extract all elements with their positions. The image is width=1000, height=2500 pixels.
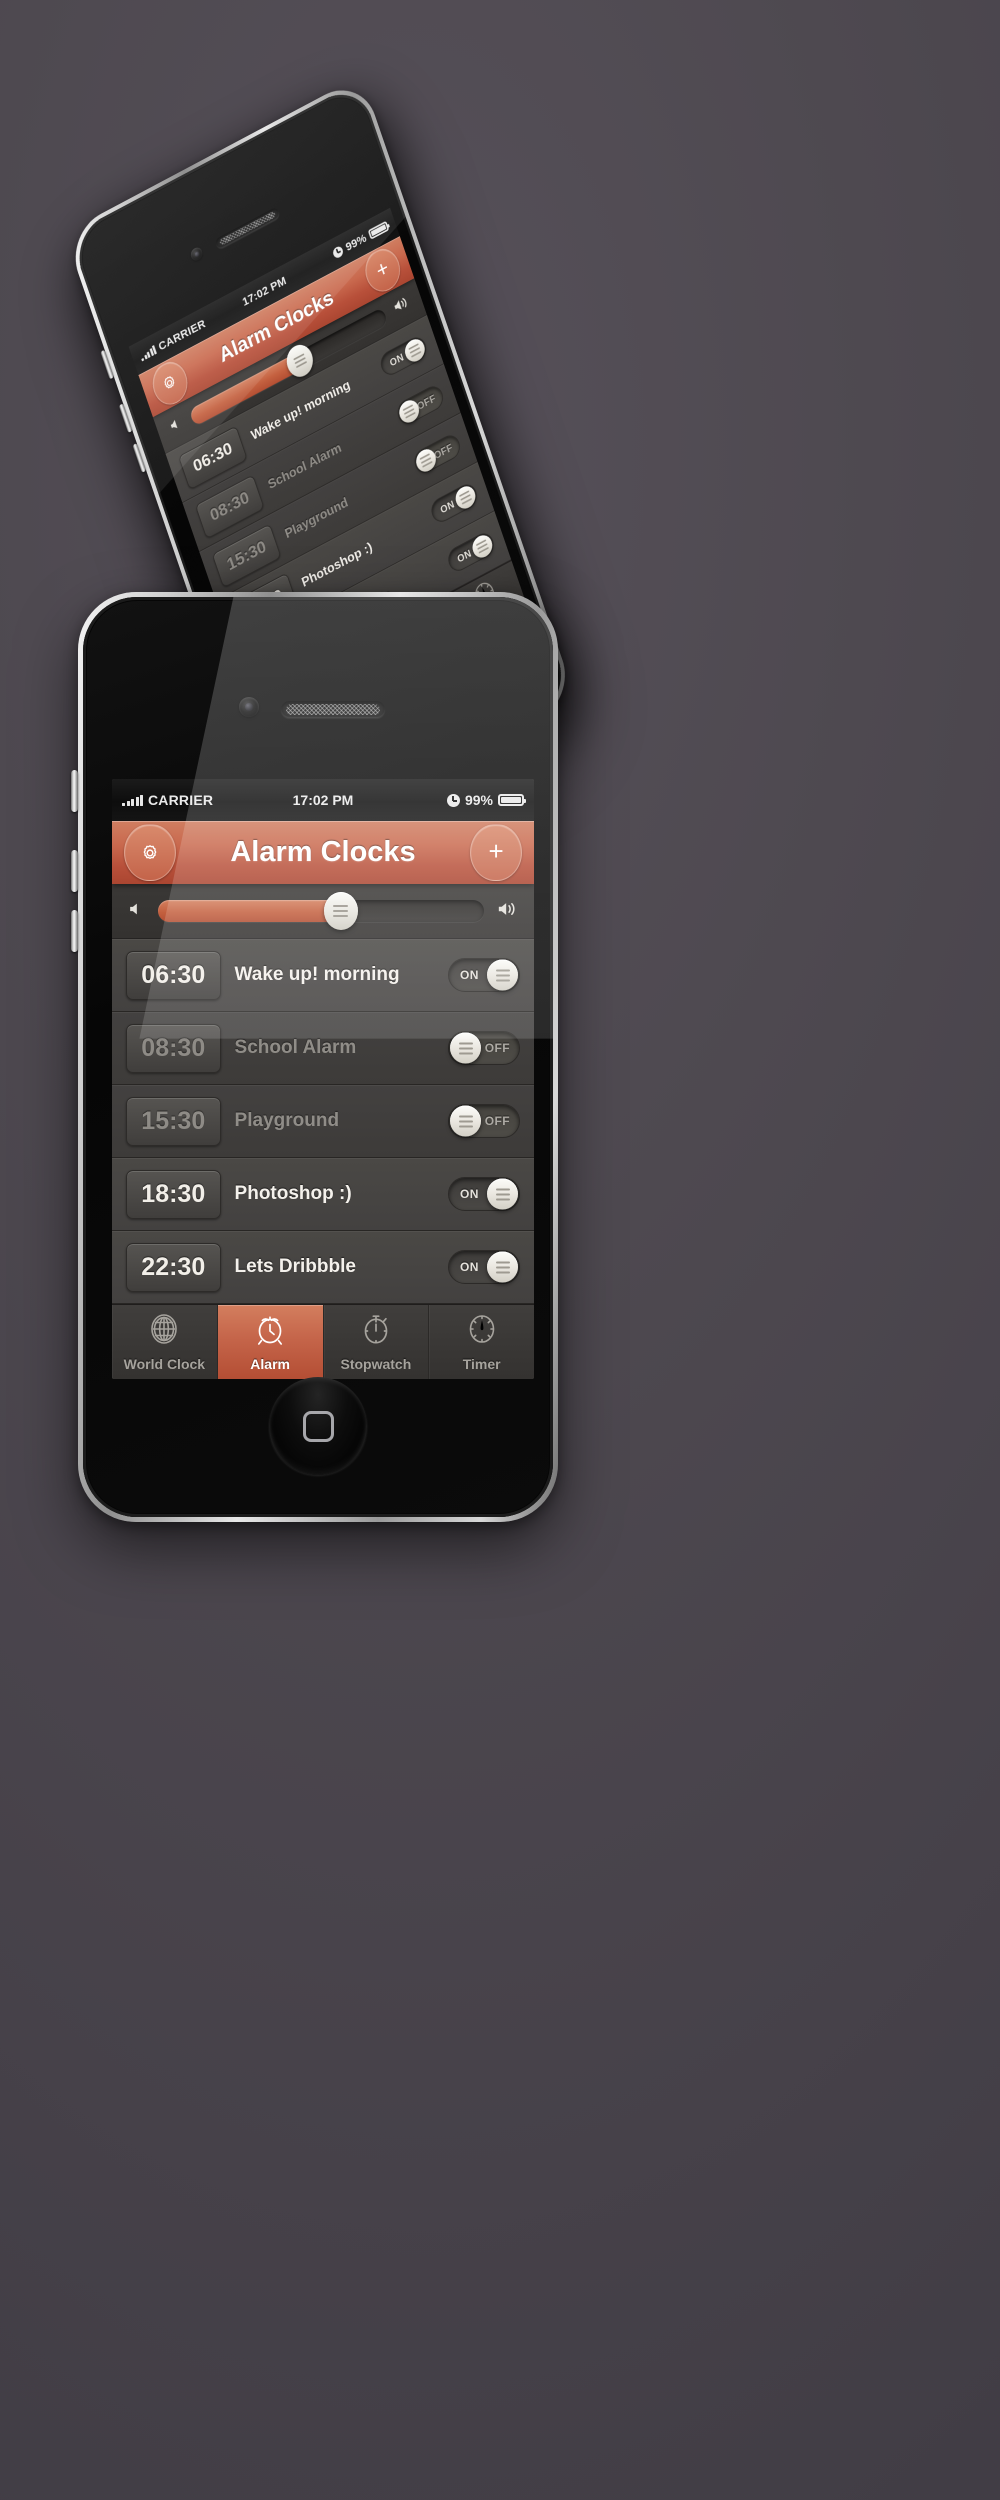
volume-slider[interactable] xyxy=(158,892,484,931)
home-square-icon xyxy=(302,1410,334,1442)
alarm-toggle[interactable]: OFF xyxy=(394,382,447,429)
plus-icon: + xyxy=(372,254,392,284)
navigation-bar: Alarm Clocks + xyxy=(112,821,534,884)
toggle-knob-icon xyxy=(402,335,428,366)
alarm-label: Wake up! morning xyxy=(234,964,400,986)
toggle-state-label: ON xyxy=(455,547,473,565)
volume-down-button[interactable] xyxy=(71,910,78,952)
alarm-list: 06:30 Wake up! morning ON 08:30 School Alarm… xyxy=(112,939,534,1305)
toggle-state-label: OFF xyxy=(484,1114,510,1129)
alarm-row[interactable]: 08:30 School Alarm OFF xyxy=(112,1012,534,1086)
tab-label: Timer xyxy=(462,1356,501,1372)
tab-label: Stopwatch xyxy=(340,1356,412,1372)
stopwatch-icon xyxy=(362,1312,390,1351)
alarm-row[interactable]: 18:30 Photoshop :) ON xyxy=(112,1158,534,1232)
page-title: Alarm Clocks xyxy=(230,836,416,868)
alarm-time: 18:30 xyxy=(126,1169,221,1219)
speaker-high-icon xyxy=(390,291,414,321)
clock-icon xyxy=(446,793,460,807)
speaker-low-icon xyxy=(166,413,187,440)
status-bar: CARRIER 17:02 PM 99% xyxy=(112,779,534,821)
status-time: 17:02 PM xyxy=(292,792,354,808)
toggle-knob-icon xyxy=(450,1032,481,1064)
earpiece-speaker-icon xyxy=(281,701,385,718)
alarm-label: Playground xyxy=(234,1110,340,1132)
app-screen-main: CARRIER 17:02 PM 99% Alarm Clocks +06:30 Wake… xyxy=(112,779,534,1379)
volume-slider-row xyxy=(112,884,534,940)
alarm-row[interactable]: 22:30 Lets Dribbble ON xyxy=(112,1231,534,1305)
alarm-label: School Alarm xyxy=(234,1037,357,1059)
alarm-toggle[interactable]: ON xyxy=(428,480,480,527)
signal-bars-icon xyxy=(139,345,157,362)
tab-timer[interactable]: Timer xyxy=(429,1305,534,1379)
alarm-row[interactable]: 15:30 Playground OFF xyxy=(112,1085,534,1159)
toggle-state-label: ON xyxy=(388,351,406,369)
battery-icon xyxy=(367,221,390,241)
alarm-clock-icon xyxy=(255,1312,285,1351)
toggle-state-label: ON xyxy=(460,1187,479,1202)
settings-button[interactable] xyxy=(124,823,176,882)
alarm-label: Lets Dribbble xyxy=(234,1256,356,1278)
toggle-knob-icon xyxy=(487,1251,518,1283)
toggle-state-label: OFF xyxy=(484,1041,510,1056)
alarm-row[interactable]: 06:30 Wake up! morning ON xyxy=(112,939,534,1013)
tab-stopwatch[interactable]: Stopwatch xyxy=(324,1305,430,1379)
iphone-device-main: CARRIER 17:02 PM 99% Alarm Clocks +06:30 Wake… xyxy=(71,592,558,1522)
toggle-knob-icon xyxy=(469,531,495,562)
alarm-toggle[interactable]: ON xyxy=(448,1250,520,1285)
alarm-time: 22:30 xyxy=(126,1242,221,1292)
speaker-low-icon xyxy=(126,899,146,924)
alarm-toggle[interactable]: ON xyxy=(445,529,497,576)
alarm-toggle[interactable]: OFF xyxy=(448,1104,520,1139)
globe-icon xyxy=(149,1312,179,1351)
tab-label: Alarm xyxy=(250,1356,290,1372)
clock-icon xyxy=(331,244,345,260)
toggle-knob-icon xyxy=(450,1105,481,1137)
tab-alarm[interactable]: Alarm xyxy=(217,1305,324,1379)
add-alarm-button[interactable]: + xyxy=(470,823,522,882)
status-bar-left: CARRIER xyxy=(122,792,213,808)
alarm-label: Photoshop :) xyxy=(234,1183,352,1205)
alarm-time: 06:30 xyxy=(126,950,221,1000)
front-camera-icon xyxy=(239,697,259,717)
alarm-toggle[interactable]: ON xyxy=(448,958,520,993)
tab-label: World Clock xyxy=(123,1356,206,1372)
carrier-label: CARRIER xyxy=(148,792,214,808)
silent-switch[interactable] xyxy=(71,770,78,812)
alarm-toggle[interactable]: OFF xyxy=(448,1031,520,1066)
speaker-high-icon xyxy=(496,898,520,925)
toggle-state-label: ON xyxy=(460,1260,479,1275)
phone-bezel: CARRIER 17:02 PM 99% Alarm Clocks +06:30 Wake… xyxy=(83,597,553,1517)
status-bar-right: 99% xyxy=(446,792,526,808)
timer-gauge-icon xyxy=(468,1312,496,1351)
tab-world-clock[interactable]: World Clock xyxy=(112,1305,218,1379)
alarm-toggle[interactable]: ON xyxy=(448,1177,520,1212)
battery-percent-label: 99% xyxy=(464,792,493,808)
signal-bars-icon xyxy=(122,794,143,806)
tab-bar: World Clock Alarm Stopwatch Timer xyxy=(112,1304,534,1379)
battery-percent-label: 99% xyxy=(344,231,369,254)
plus-icon: + xyxy=(488,836,504,866)
toggle-knob-icon xyxy=(452,482,479,513)
volume-up-button[interactable] xyxy=(71,850,78,892)
volume-slider-fill xyxy=(158,900,341,923)
alarm-toggle[interactable]: OFF xyxy=(411,431,464,478)
home-button[interactable] xyxy=(269,1377,367,1475)
volume-slider-knob[interactable] xyxy=(323,892,358,931)
battery-icon xyxy=(498,794,526,806)
alarm-toggle[interactable]: ON xyxy=(377,333,430,380)
toggle-state-label: ON xyxy=(438,498,456,516)
toggle-knob-icon xyxy=(487,1178,518,1210)
phone-tilted-perspective: CARRIER 17:02 PM 99% Alarm Clocks +06:30 Wake… xyxy=(64,38,580,858)
toggle-knob-icon xyxy=(487,959,518,991)
toggle-state-label: ON xyxy=(460,968,479,983)
alarm-time: 15:30 xyxy=(126,1096,221,1146)
alarm-time: 08:30 xyxy=(126,1023,221,1073)
